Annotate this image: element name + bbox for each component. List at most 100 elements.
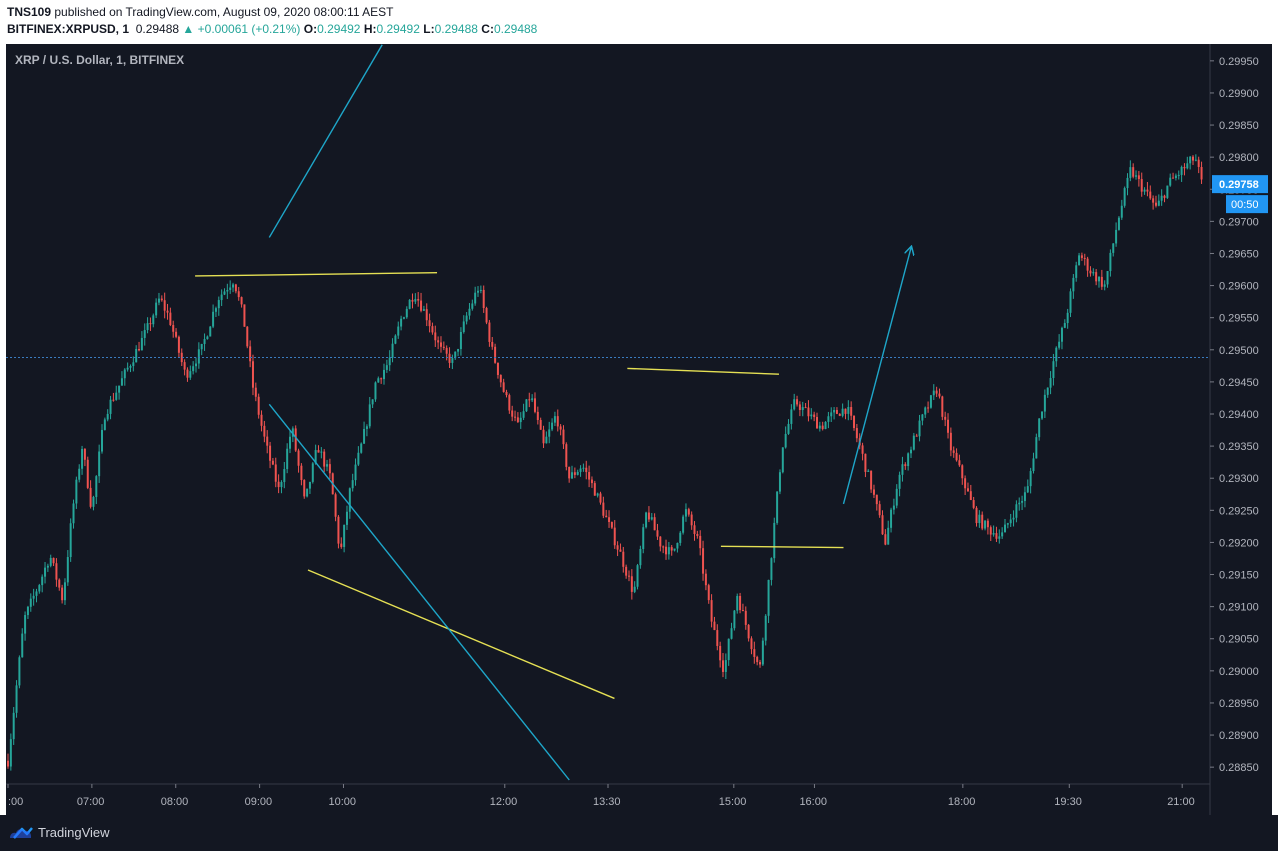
candle-body	[887, 527, 890, 545]
candle-body	[639, 548, 642, 566]
candle-body	[912, 435, 915, 450]
candle-body	[1109, 252, 1112, 272]
candle-body	[878, 504, 881, 516]
candle-body	[405, 308, 408, 318]
candle-body	[761, 640, 764, 665]
candle-body	[1177, 174, 1180, 176]
candle-body	[890, 509, 893, 528]
candle-body	[1197, 159, 1200, 167]
candle-body	[838, 413, 841, 416]
resistance-line-right[interactable]	[627, 367, 779, 375]
candle-body	[120, 378, 123, 386]
trend-line-down[interactable]	[268, 403, 570, 781]
y-tick-label: 0.29250	[1219, 505, 1259, 517]
candle-body	[796, 399, 799, 405]
candle-body	[531, 398, 534, 401]
resistance-line-left[interactable]	[195, 272, 438, 277]
candle-body	[7, 760, 9, 767]
chart-area[interactable]: 0.299500.299000.298500.298000.297500.297…	[6, 44, 1272, 815]
candle-body	[650, 517, 653, 520]
x-tick-label: 21:00	[1167, 796, 1195, 808]
candle-body	[368, 404, 371, 427]
price-change: +0.00061 (+0.21%)	[197, 22, 301, 36]
candle-body	[1038, 418, 1041, 438]
candle-body	[78, 468, 81, 480]
candle-body	[818, 425, 821, 429]
candle-body	[1052, 361, 1055, 379]
candle-body	[690, 514, 693, 526]
candle-body	[106, 413, 109, 420]
x-tick-label: 08:00	[161, 796, 189, 808]
candle-body	[778, 472, 781, 492]
author-name[interactable]: TNS109	[7, 5, 51, 19]
candle-body	[949, 432, 952, 451]
candle-body	[1078, 255, 1081, 266]
candle-body	[727, 638, 730, 661]
time-axis[interactable]: :00 07:00 08:00 09:00 10:00 12:00 13:30 15:00 16…	[7, 784, 1195, 808]
candle-body	[1066, 312, 1069, 324]
candle-body	[542, 429, 545, 444]
candle-body	[101, 429, 104, 452]
candle-body	[781, 447, 784, 473]
trend-line-up-top[interactable]	[268, 44, 383, 238]
candle-body	[596, 493, 599, 496]
candle-body	[414, 299, 417, 302]
arrow-up[interactable]	[842, 247, 911, 505]
candle-body	[35, 591, 38, 596]
candle-body	[1029, 471, 1032, 487]
candle-body	[1143, 189, 1146, 192]
candle-body	[556, 416, 559, 427]
candle-body	[86, 459, 89, 488]
candle-body	[459, 331, 462, 350]
candle-body	[961, 465, 964, 479]
candle-body	[536, 411, 539, 421]
candle-body	[482, 289, 485, 309]
candle-body	[579, 468, 582, 472]
candle-body	[759, 662, 762, 665]
candle-body	[710, 600, 713, 622]
candle-body	[981, 514, 984, 529]
candle-body	[195, 363, 198, 367]
candle-body	[491, 341, 494, 347]
candle-body	[442, 346, 445, 348]
candle-body	[263, 425, 266, 437]
candle-body	[1192, 156, 1195, 161]
candle-body	[343, 524, 346, 547]
y-tick-label: 0.29650	[1219, 248, 1259, 260]
candle-body	[793, 399, 796, 410]
candle-body	[499, 374, 502, 383]
candle-body	[357, 452, 360, 465]
candle-body	[189, 371, 192, 378]
candle-body	[1106, 271, 1109, 285]
candle-body	[573, 472, 576, 475]
candle-body	[955, 452, 958, 461]
candle-body	[1166, 185, 1169, 198]
support-line-falling[interactable]	[307, 569, 615, 700]
candle-body	[61, 587, 64, 601]
y-tick-label: 0.29900	[1219, 88, 1259, 100]
countdown-text: 00:50	[1231, 199, 1259, 211]
candle-body	[488, 322, 491, 342]
support-line-right[interactable]	[720, 545, 844, 549]
candle-body	[354, 464, 357, 481]
tradingview-cloud-icon	[10, 827, 33, 839]
candle-body	[927, 407, 930, 409]
candle-body	[1137, 175, 1140, 180]
y-tick-label: 0.29300	[1219, 473, 1259, 485]
candle-body	[160, 298, 163, 301]
candle-body	[397, 326, 400, 336]
candle-body	[1041, 411, 1044, 419]
candle-body	[385, 365, 388, 370]
candlestick-chart[interactable]: 0.299500.299000.298500.298000.297500.297…	[6, 44, 1272, 815]
candle-body	[1012, 517, 1015, 520]
candle-body	[155, 302, 158, 316]
tradingview-logo[interactable]: TradingView	[8, 824, 110, 840]
candle-body	[616, 545, 619, 550]
candle-body	[1169, 177, 1172, 186]
y-tick-label: 0.29950	[1219, 56, 1259, 68]
candle-body	[1117, 217, 1120, 230]
candle-body	[425, 309, 428, 321]
candle-body	[929, 395, 932, 408]
candle-body	[400, 318, 403, 327]
price-axis[interactable]: 0.299500.299000.298500.298000.297500.297…	[1210, 56, 1259, 774]
